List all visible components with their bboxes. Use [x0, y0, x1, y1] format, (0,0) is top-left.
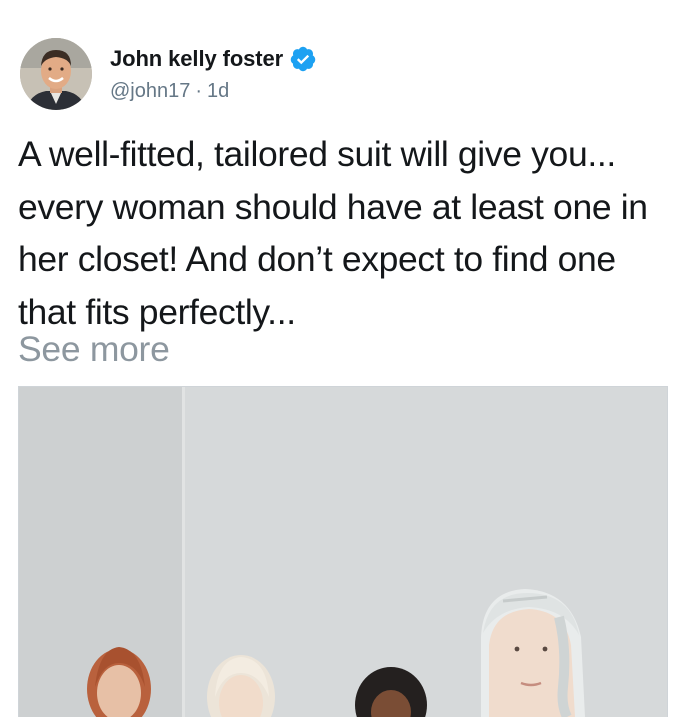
tweet-text: A well-fitted, tailored suit will give y…	[18, 134, 648, 332]
avatar[interactable]	[20, 38, 92, 110]
handle-row: @john17 · 1d	[110, 79, 317, 103]
handle[interactable]: @john17	[110, 80, 190, 102]
user-meta: John kelly foster @john17 · 1d	[110, 45, 317, 103]
tweet-media-photo[interactable]	[18, 386, 668, 717]
display-name[interactable]: John kelly foster	[110, 46, 283, 72]
verified-badge-icon	[289, 45, 317, 73]
name-row: John kelly foster	[110, 45, 317, 73]
separator-dot: ·	[195, 80, 203, 102]
avatar-image	[20, 38, 92, 110]
tweet[interactable]: John kelly foster @john17 · 1d A well-fitt…	[0, 0, 700, 717]
tweet-header: John kelly foster @john17 · 1d	[20, 36, 317, 112]
timestamp[interactable]: 1d	[207, 80, 229, 102]
photo-image-icon	[19, 387, 667, 717]
see-more-link[interactable]: See more	[18, 326, 170, 372]
